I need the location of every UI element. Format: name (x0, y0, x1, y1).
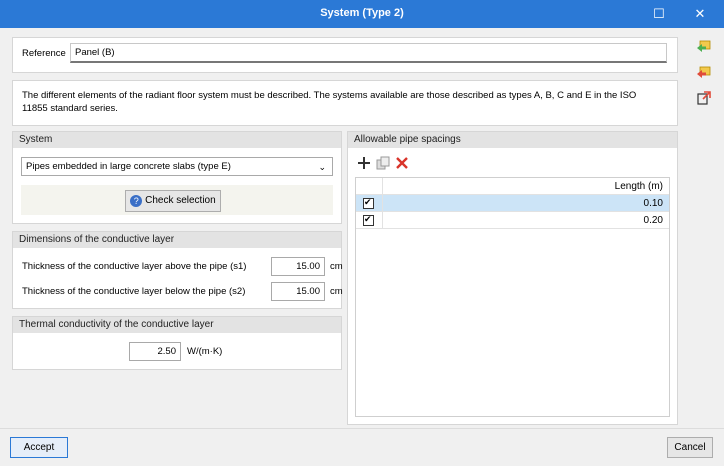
export-arrow-icon[interactable] (696, 64, 712, 80)
dimensions-panel: Dimensions of the conductive layer Thick… (12, 231, 343, 309)
spacings-header: Allowable pipe spacings (348, 132, 677, 148)
side-toolbar (684, 28, 724, 428)
check-selection-label: Check selection (145, 195, 216, 206)
checkbox-column-header (356, 178, 383, 194)
length-cell[interactable]: 0.10 (644, 198, 663, 209)
import-arrow-icon[interactable] (696, 38, 712, 54)
row-checkbox[interactable]: ✔ (363, 197, 374, 212)
system-panel: System Pipes embedded in large concrete … (12, 131, 342, 224)
spacings-panel: Allowable pipe spacings Length (m) ✔ 0.1… (347, 131, 678, 425)
dimensions-header: Dimensions of the conductive layer (13, 232, 341, 248)
conductivity-input[interactable]: 2.50 (129, 342, 181, 361)
system-select[interactable]: Pipes embedded in large concrete slabs (… (21, 157, 333, 176)
reference-label: Reference (22, 48, 66, 59)
window-title: System (Type 2) (320, 7, 404, 19)
footer-bar: Accept Cancel (0, 428, 724, 466)
copy-icon[interactable] (376, 156, 390, 170)
row-checkbox[interactable]: ✔ (363, 214, 374, 229)
description-panel: The different elements of the radiant fl… (12, 80, 678, 126)
delete-icon[interactable] (395, 156, 409, 170)
chevron-down-icon: ⌄ (318, 162, 326, 172)
description-text: The different elements of the radiant fl… (22, 90, 637, 114)
conductivity-panel: Thermal conductivity of the conductive l… (12, 316, 342, 370)
cancel-button[interactable]: Cancel (667, 437, 713, 458)
length-cell[interactable]: 0.20 (644, 215, 663, 226)
system-header: System (13, 132, 341, 148)
length-column-header[interactable]: Length (m) (615, 181, 663, 192)
title-bar: System (Type 2) ☐ ✕ (0, 0, 724, 28)
s1-unit: cm (330, 261, 343, 272)
add-icon[interactable] (357, 156, 371, 170)
close-button[interactable]: ✕ (689, 4, 711, 24)
table-row[interactable]: ✔ 0.20 (356, 212, 669, 229)
s1-input[interactable]: 15.00 (271, 257, 325, 276)
accept-button[interactable]: Accept (10, 437, 68, 458)
s2-input[interactable]: 15.00 (271, 282, 325, 301)
open-external-icon[interactable] (696, 90, 712, 106)
system-select-value: Pipes embedded in large concrete slabs (… (26, 161, 231, 172)
s2-label: Thickness of the conductive layer below … (22, 286, 246, 297)
conductivity-unit: W/(m·K) (187, 346, 223, 357)
table-row[interactable]: ✔ 0.10 (356, 195, 669, 212)
column-divider (382, 212, 383, 228)
reference-input[interactable]: Panel (B) (70, 43, 667, 63)
spacings-table: Length (m) ✔ 0.10 ✔ 0.20 (355, 177, 670, 417)
check-selection-button[interactable]: ? Check selection (125, 190, 221, 212)
table-header-row: Length (m) (356, 178, 669, 195)
maximize-button[interactable]: ☐ (648, 4, 670, 24)
s2-unit: cm (330, 286, 343, 297)
column-divider (382, 195, 383, 211)
reference-panel: Reference Panel (B) (12, 37, 678, 73)
help-icon: ? (130, 195, 143, 207)
conductivity-header: Thermal conductivity of the conductive l… (13, 317, 341, 333)
s1-label: Thickness of the conductive layer above … (22, 261, 247, 272)
